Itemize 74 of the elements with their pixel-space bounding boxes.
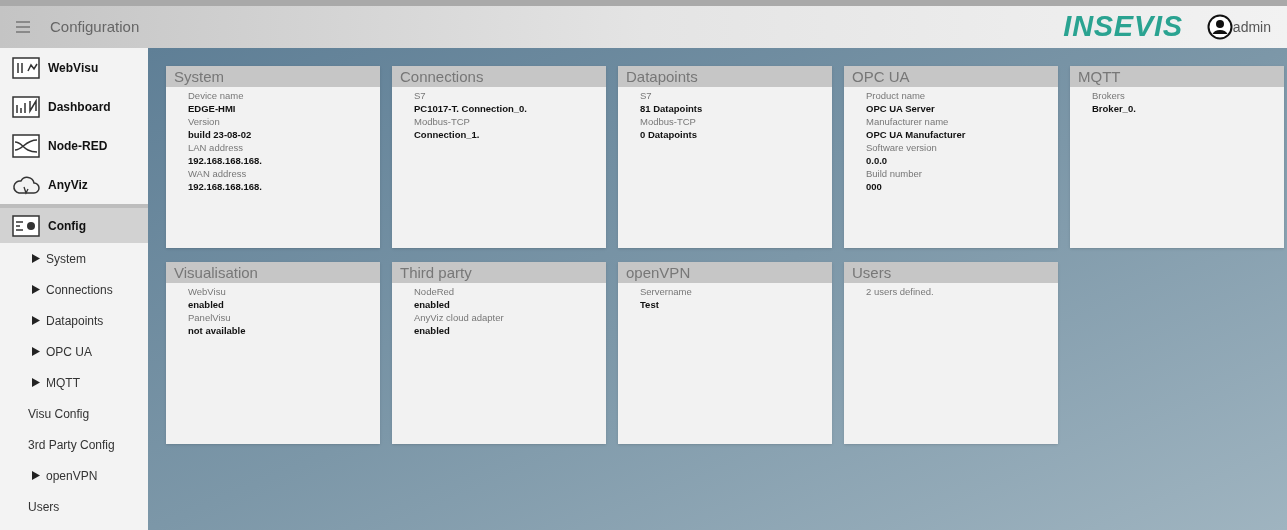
field-label: Product name <box>866 89 927 102</box>
field-value: not available <box>188 324 247 337</box>
sidebar-item[interactable]: Visu Config <box>0 398 148 429</box>
field-value: 000 <box>866 180 883 193</box>
sidebar-item[interactable]: openVPN <box>0 460 148 491</box>
field-label: S7 <box>640 89 653 102</box>
page-title: Configuration <box>50 16 140 37</box>
user-name[interactable]: admin <box>1232 16 1271 38</box>
sidebar-item[interactable]: AnyViz <box>0 165 148 204</box>
card-title: System <box>166 66 380 87</box>
field-label: Modbus-TCP <box>414 115 471 128</box>
settings-icon <box>12 214 40 237</box>
card-title: Datapoints <box>618 66 832 87</box>
card-title: Third party <box>392 262 606 283</box>
brand-logo: INSEVIS <box>1063 9 1183 45</box>
field-label: Software version <box>866 141 938 154</box>
sidebar-item[interactable]: Connections <box>0 274 148 305</box>
field-value: EDGE-HMI <box>188 102 237 115</box>
card-title: MQTT <box>1070 66 1284 87</box>
card-title: openVPN <box>618 262 832 283</box>
card-title: Users <box>844 262 1058 283</box>
sidebar-item[interactable]: Datapoints <box>0 305 148 336</box>
field-label: 2 users defined. <box>866 285 935 298</box>
sidebar-item[interactable]: Config <box>0 204 148 243</box>
field-value: build 23-08-02 <box>188 128 253 141</box>
field-label: LAN address <box>188 141 244 154</box>
sidebar-item[interactable]: 3rd Party Config <box>0 429 148 460</box>
field-value: Test <box>640 298 660 311</box>
field-label: S7 <box>414 89 427 102</box>
display-icon <box>12 56 40 79</box>
field-label: Servername <box>640 285 693 298</box>
field-label: Brokers <box>1092 89 1126 102</box>
field-value: enabled <box>414 298 451 311</box>
flow-icon <box>12 133 40 158</box>
triangle-icon <box>32 378 40 387</box>
field-label: Device name <box>188 89 245 102</box>
sidebar-item[interactable]: WebVisu <box>0 48 148 87</box>
field-value: Broker_0. <box>1092 102 1137 115</box>
sidebar-item[interactable]: System <box>0 243 148 274</box>
field-label: NodeRed <box>414 285 456 298</box>
field-label: Modbus-TCP <box>640 115 697 128</box>
field-value: enabled <box>188 298 225 311</box>
field-value: 192.168.168.168. <box>188 180 263 193</box>
card-title: Connections <box>392 66 606 87</box>
field-value: OPC UA Manufacturer <box>866 128 967 141</box>
field-value: enabled <box>414 324 451 337</box>
field-label: WebVisu <box>188 285 227 298</box>
field-label: Version <box>188 115 221 128</box>
field-value: 0 Datapoints <box>640 128 698 141</box>
field-label: AnyViz cloud adapter <box>414 311 505 324</box>
field-value: 81 Datapoints <box>640 102 704 115</box>
field-value: 192.168.168.168. <box>188 154 263 167</box>
field-label: Build number <box>866 167 923 180</box>
sidebar-item[interactable]: Users <box>0 491 148 522</box>
triangle-icon <box>32 285 40 294</box>
triangle-icon <box>32 347 40 356</box>
chart-icon <box>12 95 40 118</box>
user-icon[interactable] <box>1206 14 1233 40</box>
sidebar-item[interactable]: Dashboard <box>0 87 148 126</box>
card-title: Visualisation <box>166 262 380 283</box>
sidebar-item[interactable]: Node-RED <box>0 126 148 165</box>
triangle-icon <box>32 254 40 263</box>
field-label: WAN address <box>188 167 248 180</box>
field-value: 0.0.0 <box>866 154 889 167</box>
sidebar-item[interactable]: OPC UA <box>0 336 148 367</box>
card-title: OPC UA <box>844 66 1058 87</box>
field-value: Connection_1. <box>414 128 481 141</box>
field-value: OPC UA Server <box>866 102 936 115</box>
field-label: Manufacturer name <box>866 115 950 128</box>
field-label: PanelVisu <box>188 311 232 324</box>
sidebar-item[interactable]: MQTT <box>0 367 148 398</box>
triangle-icon <box>32 471 40 480</box>
triangle-icon <box>32 316 40 325</box>
field-value: PC1017-T. Connection_0. <box>414 102 528 115</box>
